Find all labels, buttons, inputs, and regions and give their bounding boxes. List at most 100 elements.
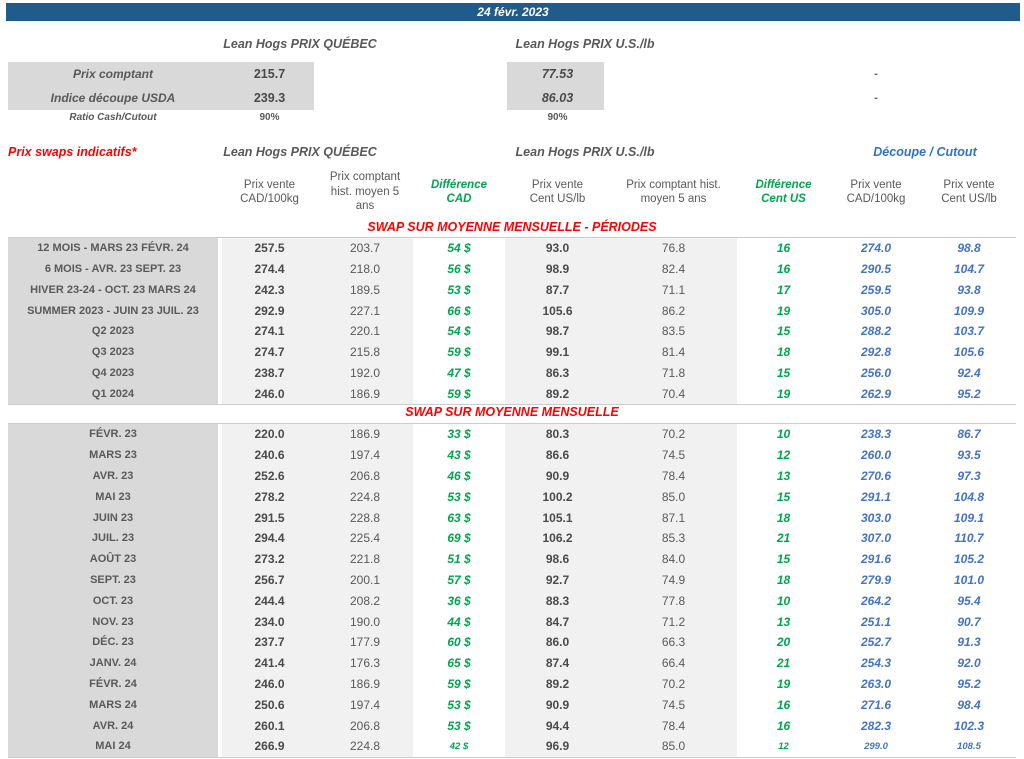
value-cell: 91.3 (957, 635, 981, 650)
value-cell: 88.3 (505, 590, 610, 612)
value-cell: 225.4 (317, 527, 413, 549)
value-cell: 42 $ (449, 740, 469, 752)
value-cell: 238.3 (860, 427, 892, 442)
value-cell: 19 (776, 303, 791, 318)
value-cell: 66.4 (610, 652, 737, 674)
value-cell: 70.2 (610, 673, 737, 695)
row-label: AVR. 24 (8, 715, 218, 736)
value-cell: 291.5 (222, 507, 317, 528)
spot-row-label: Prix comptant (72, 67, 153, 81)
value-cell: 220.1 (317, 321, 413, 342)
value-cell: 254.3 (860, 656, 892, 671)
value-cell: 260.1 (222, 715, 317, 736)
value-cell: 90.9 (505, 694, 610, 716)
value-cell: 252.7 (860, 635, 892, 650)
value-cell: 215.8 (317, 341, 413, 363)
value-cell: 274.1 (222, 321, 317, 342)
value-cell: 106.2 (505, 527, 610, 549)
value-cell: 87.4 (505, 652, 610, 674)
value-cell: 292.8 (860, 345, 892, 360)
value-cell: 259.5 (860, 282, 892, 297)
value-cell: 44 $ (447, 614, 471, 629)
value-cell: 90.7 (957, 614, 981, 629)
value-cell: 87.1 (610, 507, 737, 528)
value-cell: 279.9 (860, 572, 892, 587)
value-cell: 16 (776, 697, 791, 712)
value-cell: 81.4 (610, 341, 737, 363)
value-cell: 206.8 (317, 465, 413, 487)
value-cell: 15 (776, 324, 791, 339)
value-cell: 98.9 (505, 258, 610, 280)
value-cell: 93.8 (957, 282, 981, 297)
row-label: OCT. 23 (8, 590, 218, 612)
value-cell: 71.8 (610, 362, 737, 384)
value-cell: 77.8 (610, 590, 737, 612)
decoupe-group-header: Découpe / Cutout (873, 145, 977, 159)
value-cell: 291.6 (860, 552, 892, 567)
value-cell: 250.6 (222, 694, 317, 716)
value-cell: 228.8 (317, 507, 413, 528)
value-cell: 86.6 (505, 444, 610, 466)
row-label: FÉVR. 23 (8, 424, 218, 445)
value-cell: 92.7 (505, 569, 610, 591)
value-cell: 264.2 (860, 593, 892, 608)
value-cell: 251.1 (860, 614, 892, 629)
value-cell: 18 (776, 345, 791, 360)
value-cell: 96.9 (505, 735, 610, 757)
value-cell: 46 $ (447, 468, 471, 483)
value-cell: 307.0 (860, 531, 892, 546)
value-cell: 192.0 (317, 362, 413, 384)
value-cell: 78.4 (610, 465, 737, 487)
value-cell: 66.3 (610, 631, 737, 653)
row-label: NOV. 23 (8, 611, 218, 632)
value-cell: 224.8 (317, 735, 413, 757)
value-cell: 93.5 (957, 448, 981, 463)
value-cell: 206.8 (317, 715, 413, 736)
value-cell: 102.3 (953, 718, 985, 733)
value-cell: 65 $ (447, 656, 471, 671)
value-cell: 237.7 (222, 631, 317, 653)
row-label: 12 MOIS - MARS 23 FÉVR. 24 (8, 238, 218, 259)
value-cell: 260.0 (860, 448, 892, 463)
value-cell: 246.0 (222, 383, 317, 404)
value-cell: 59 $ (447, 676, 471, 691)
value-cell: 98.8 (957, 241, 981, 256)
value-cell: 256.0 (860, 365, 892, 380)
row-label: DÉC. 23 (8, 631, 218, 653)
value-cell: 47 $ (447, 365, 471, 380)
value-cell: 92.0 (957, 656, 981, 671)
value-cell: 200.1 (317, 569, 413, 591)
report-date: 24 févr. 2023 (477, 5, 549, 19)
value-cell: 57 $ (447, 572, 471, 587)
value-cell: 105.6 (953, 345, 985, 360)
value-cell: 93.0 (505, 238, 610, 259)
value-cell: 16 (776, 262, 791, 277)
value-cell: 80.3 (505, 424, 610, 445)
value-cell: 98.7 (505, 321, 610, 342)
value-cell: 270.6 (860, 468, 892, 483)
value-cell: 101.0 (953, 572, 985, 587)
value-cell: 19 (776, 386, 791, 401)
spot-row: Ratio Cash/Cutout 90% 90% (0, 110, 1024, 125)
column-header-decoupe-prix-vente-cent-us: Prix vente Cent US/lb (941, 178, 997, 205)
header-spacer (8, 168, 218, 216)
value-cell: 18 (776, 510, 791, 525)
value-cell: 186.9 (317, 424, 413, 445)
row-label: Q1 2024 (8, 383, 218, 404)
value-cell: 208.2 (317, 590, 413, 612)
value-cell: 186.9 (317, 383, 413, 404)
row-label: HIVER 23-24 - OCT. 23 MARS 24 (8, 279, 218, 301)
value-cell: 82.4 (610, 258, 737, 280)
value-cell: 89.2 (505, 673, 610, 695)
value-cell: 274.0 (860, 241, 892, 256)
row-label: SUMMER 2023 - JUIN 23 JUIL. 23 (8, 300, 218, 321)
spot-row-label: Indice découpe USDA (50, 91, 176, 105)
value-cell: 305.0 (860, 303, 892, 318)
value-cell: 282.3 (860, 718, 892, 733)
column-header-prix-vente-cad: Prix vente CAD/100kg (240, 178, 299, 205)
column-header-decoupe-prix-vente-cad: Prix vente CAD/100kg (846, 178, 906, 205)
value-cell: 288.2 (860, 324, 892, 339)
value-cell: 244.4 (222, 590, 317, 612)
value-cell: 18 (776, 572, 791, 587)
row-label: JANV. 24 (8, 652, 218, 674)
